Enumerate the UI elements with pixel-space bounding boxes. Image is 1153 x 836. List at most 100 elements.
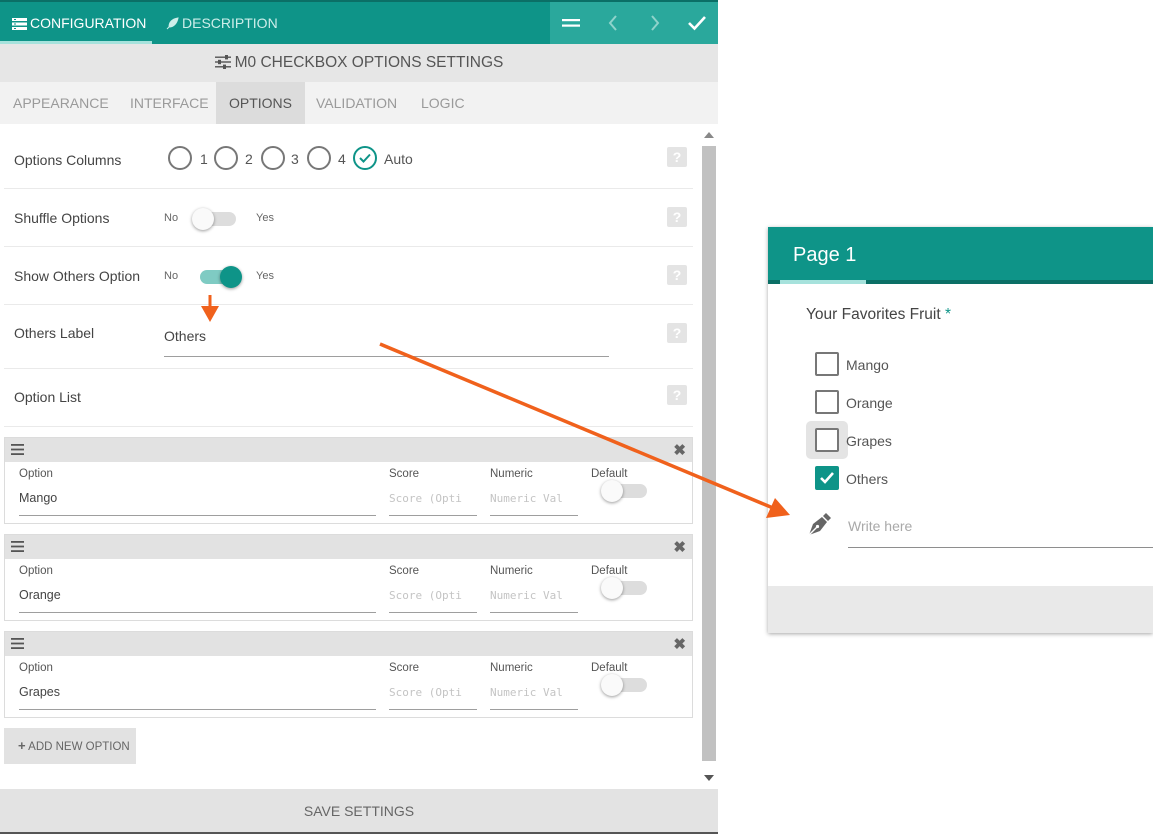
radio-columns-4-label: 4 bbox=[338, 151, 346, 167]
page-footer bbox=[768, 586, 1153, 633]
default-toggle-knob bbox=[601, 577, 623, 599]
remove-option-icon[interactable]: ✖ bbox=[673, 538, 686, 556]
option-value-input[interactable]: Orange bbox=[19, 588, 61, 602]
add-new-option-button[interactable]: + ADD NEW OPTION bbox=[4, 728, 136, 764]
default-toggle-knob bbox=[601, 480, 623, 502]
default-caption: Default bbox=[591, 565, 628, 577]
scroll-down-arrow-icon[interactable] bbox=[704, 775, 714, 781]
radio-columns-2-label: 2 bbox=[245, 151, 253, 167]
tab-description[interactable]: DESCRIPTION bbox=[166, 2, 278, 44]
help-icon[interactable]: ? bbox=[667, 147, 687, 167]
settings-title-bar: M0 CHECKBOX OPTIONS SETTINGS bbox=[0, 44, 718, 82]
subtab-appearance[interactable]: APPEARANCE bbox=[13, 82, 109, 124]
tab-configuration[interactable]: CONFIGURATION bbox=[0, 2, 152, 44]
score-underline bbox=[389, 612, 477, 613]
numeric-underline bbox=[490, 612, 578, 613]
next-button[interactable] bbox=[634, 2, 676, 44]
help-icon[interactable]: ? bbox=[667, 207, 687, 227]
previous-button[interactable] bbox=[592, 2, 634, 44]
show-others-off-label: No bbox=[164, 270, 179, 282]
option-underline bbox=[19, 612, 376, 613]
score-input[interactable]: Score (Opti bbox=[389, 589, 462, 602]
page-header: Page 1 bbox=[768, 227, 1153, 284]
numeric-caption: Numeric bbox=[490, 662, 533, 674]
checkbox-orange[interactable] bbox=[815, 390, 839, 414]
help-icon[interactable]: ? bbox=[667, 323, 687, 343]
score-input[interactable]: Score (Opti bbox=[389, 686, 462, 699]
checkbox-others[interactable] bbox=[815, 466, 839, 490]
others-text-input[interactable]: Write here bbox=[848, 518, 912, 534]
tab-configuration-label: CONFIGURATION bbox=[30, 15, 147, 31]
checkbox-mango-label: Mango bbox=[846, 357, 889, 373]
shuffle-options-label: Shuffle Options bbox=[14, 210, 110, 226]
shuffle-off-label: No bbox=[164, 212, 179, 224]
radio-columns-3[interactable] bbox=[261, 146, 285, 170]
radio-columns-1-label: 1 bbox=[200, 151, 208, 167]
others-input-underline bbox=[848, 547, 1153, 548]
drag-handle-icon[interactable] bbox=[11, 444, 24, 455]
subtab-options[interactable]: OPTIONS bbox=[216, 82, 306, 124]
checkbox-mango[interactable] bbox=[815, 352, 839, 376]
save-settings-button[interactable]: SAVE SETTINGS bbox=[0, 789, 718, 834]
row-options-columns: Options Columns 1 2 3 4 Auto ? bbox=[4, 124, 693, 189]
check-icon bbox=[688, 16, 706, 31]
radio-columns-1[interactable] bbox=[168, 146, 192, 170]
default-caption: Default bbox=[591, 468, 628, 480]
subtab-interface[interactable]: INTERFACE bbox=[130, 82, 209, 124]
settings-subtabs: APPEARANCE INTERFACE OPTIONS VALIDATION … bbox=[0, 82, 718, 124]
pen-icon bbox=[808, 513, 831, 536]
question-label: Your Favorites Fruit * bbox=[806, 306, 951, 324]
drag-handle-icon[interactable] bbox=[11, 541, 24, 552]
remove-option-icon[interactable]: ✖ bbox=[673, 635, 686, 653]
option-caption: Option bbox=[19, 565, 53, 577]
config-list-icon bbox=[12, 18, 27, 30]
radio-columns-2[interactable] bbox=[214, 146, 238, 170]
score-caption: Score bbox=[389, 468, 420, 480]
menu-button[interactable] bbox=[550, 2, 592, 44]
option-underline bbox=[19, 709, 376, 710]
show-others-toggle-knob bbox=[220, 266, 242, 288]
remove-option-icon[interactable]: ✖ bbox=[673, 441, 686, 459]
numeric-input[interactable]: Numeric Val bbox=[490, 686, 563, 699]
shuffle-on-label: Yes bbox=[256, 212, 274, 224]
page-title: Page 1 bbox=[793, 244, 857, 266]
option-caption: Option bbox=[19, 662, 53, 674]
show-others-label: Show Others Option bbox=[14, 268, 141, 284]
option-caption: Option bbox=[19, 468, 53, 480]
checkbox-grapes[interactable] bbox=[815, 428, 839, 452]
subtab-validation[interactable]: VALIDATION bbox=[316, 82, 397, 124]
required-mark: * bbox=[944, 306, 952, 323]
others-label-input[interactable]: Others bbox=[164, 328, 206, 344]
option-card-header: ✖ bbox=[5, 632, 692, 656]
sliders-icon bbox=[214, 55, 231, 69]
default-toggle-knob bbox=[601, 674, 623, 696]
radio-columns-4[interactable] bbox=[307, 146, 331, 170]
option-card: ✖ Option Score Numeric Default Grapes Sc… bbox=[4, 631, 693, 718]
option-list-label: Option List bbox=[14, 389, 81, 405]
radio-columns-auto[interactable] bbox=[353, 146, 377, 170]
scrollbar-thumb[interactable] bbox=[702, 146, 716, 761]
option-value-input[interactable]: Grapes bbox=[19, 685, 60, 699]
row-shuffle-options: Shuffle Options No Yes ? bbox=[4, 189, 693, 247]
numeric-caption: Numeric bbox=[490, 565, 533, 577]
checkmark-icon bbox=[820, 472, 834, 484]
prev-chevron-icon bbox=[608, 15, 617, 31]
option-value-input[interactable]: Mango bbox=[19, 491, 57, 505]
scroll-up-arrow-icon[interactable] bbox=[704, 132, 714, 138]
settings-title: M0 CHECKBOX OPTIONS SETTINGS bbox=[234, 54, 504, 71]
subtab-logic[interactable]: LOGIC bbox=[421, 82, 465, 124]
numeric-input[interactable]: Numeric Val bbox=[490, 492, 563, 505]
confirm-button[interactable] bbox=[676, 2, 718, 44]
help-icon[interactable]: ? bbox=[667, 265, 687, 285]
checkbox-grapes-label: Grapes bbox=[846, 433, 892, 449]
drag-handle-icon[interactable] bbox=[11, 638, 24, 649]
radio-check-icon bbox=[359, 153, 371, 163]
checkbox-orange-label: Orange bbox=[846, 395, 893, 411]
settings-scrollbar[interactable] bbox=[700, 124, 718, 789]
checkbox-others-label: Others bbox=[846, 471, 889, 487]
page-tab-indicator bbox=[780, 280, 866, 284]
score-input[interactable]: Score (Opti bbox=[389, 492, 462, 505]
option-card-header: ✖ bbox=[5, 438, 692, 462]
numeric-input[interactable]: Numeric Val bbox=[490, 589, 563, 602]
help-icon[interactable]: ? bbox=[667, 385, 687, 405]
